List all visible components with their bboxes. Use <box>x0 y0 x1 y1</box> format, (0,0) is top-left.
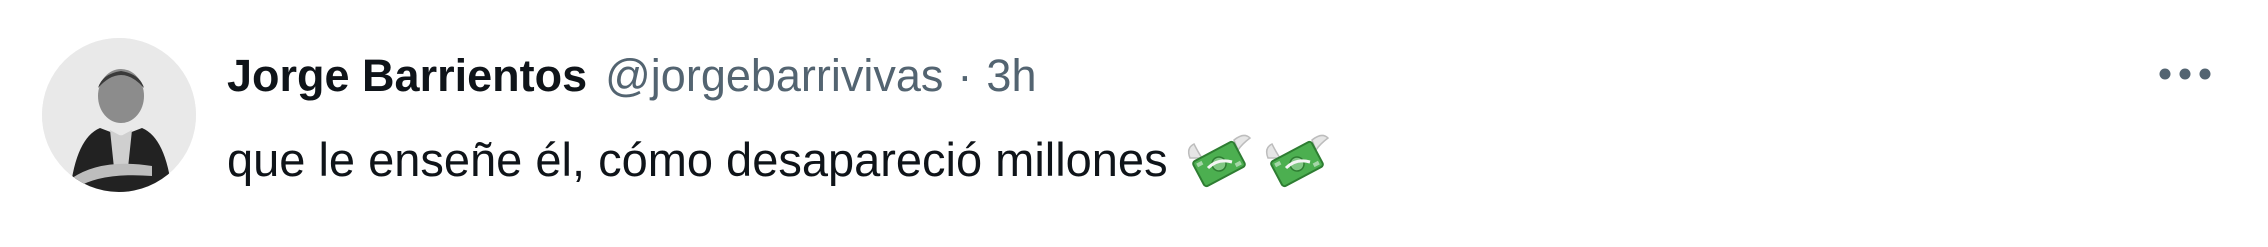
money-with-wings-icon <box>1184 128 1254 192</box>
author-display-name[interactable]: Jorge Barrientos <box>227 46 587 106</box>
more-horizontal-icon <box>2159 68 2211 80</box>
more-options-button[interactable] <box>2150 52 2220 96</box>
avatar[interactable] <box>42 38 196 192</box>
tweet-body: que le enseñe él, cómo desapareció millo… <box>227 128 1332 192</box>
emoji-group <box>1184 128 1332 192</box>
avatar-photo <box>42 38 196 192</box>
tweet-timestamp[interactable]: 3h <box>986 46 1036 106</box>
tweet-header: Jorge Barrientos @jorgebarrivivas · 3h <box>227 46 1036 106</box>
separator-dot: · <box>957 50 973 101</box>
author-handle[interactable]: @jorgebarrivivas <box>605 46 943 106</box>
money-with-wings-icon <box>1262 128 1332 192</box>
tweet[interactable]: Jorge Barrientos @jorgebarrivivas · 3h q… <box>0 0 2268 247</box>
tweet-text: que le enseñe él, cómo desapareció millo… <box>227 133 1168 186</box>
